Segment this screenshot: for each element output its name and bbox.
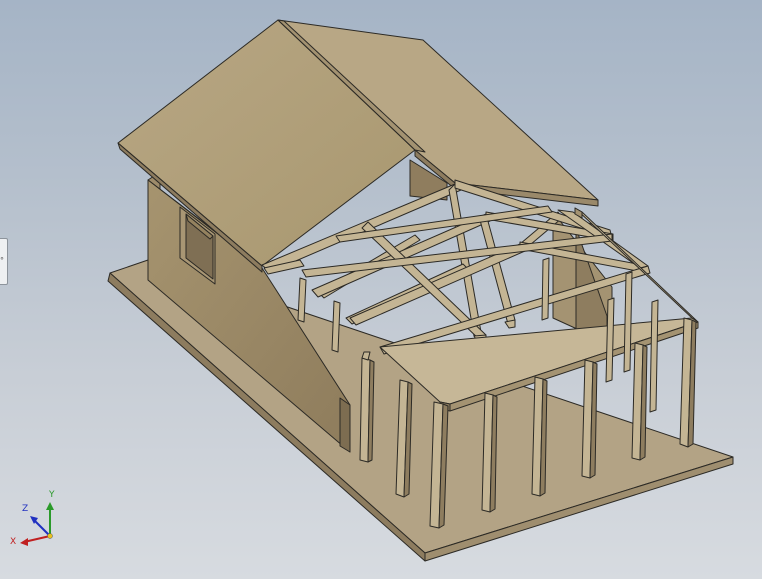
x-axis-label: X	[10, 537, 16, 547]
y-axis-arrow	[46, 502, 54, 510]
side-panel-tab[interactable]: °	[0, 238, 8, 285]
panel-expand-icon: °	[0, 256, 4, 265]
y-axis-label: Y	[48, 490, 55, 500]
triad-origin	[47, 533, 53, 539]
house-frame-model[interactable]	[0, 0, 762, 579]
cad-viewport[interactable]	[0, 0, 762, 579]
z-axis-label: Z	[22, 504, 28, 514]
axis-triad: Y Z X	[8, 488, 68, 548]
x-axis-arrow	[20, 538, 28, 546]
